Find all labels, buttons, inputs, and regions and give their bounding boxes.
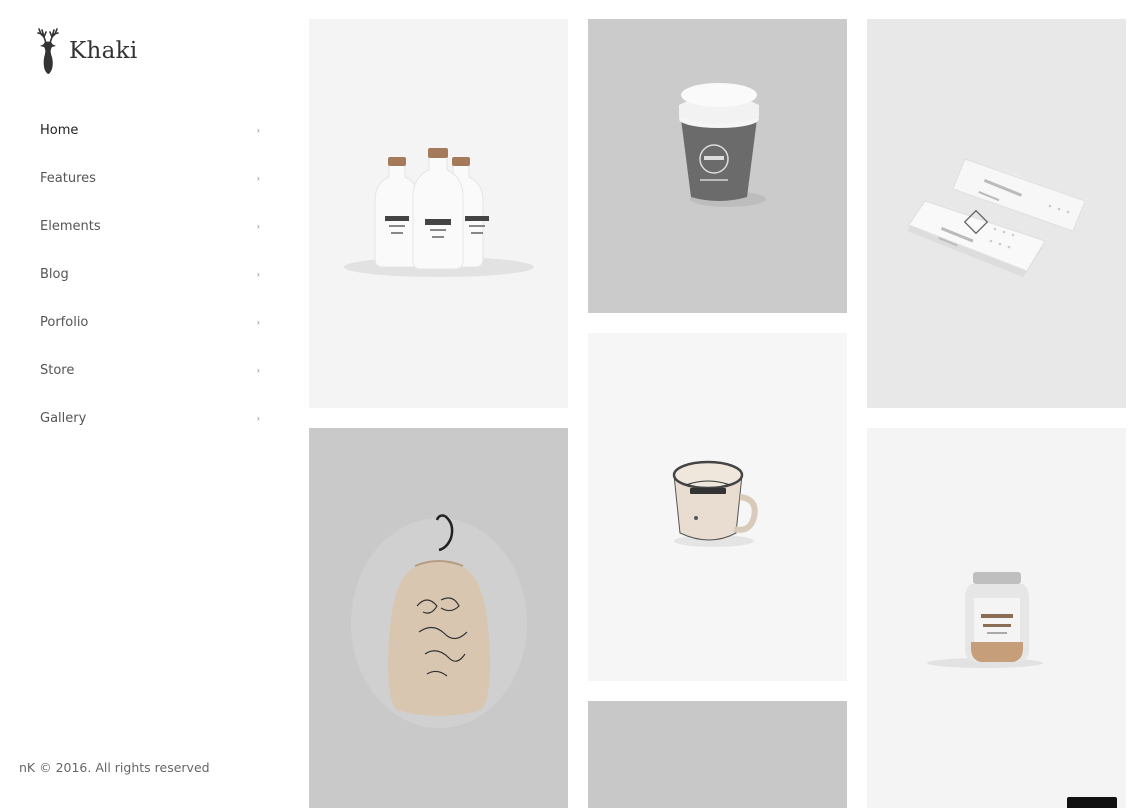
- coffee-cup-image: [679, 83, 766, 207]
- nav-item-label: Gallery: [40, 410, 87, 426]
- enamel-mug-image: [672, 460, 758, 547]
- brand-name: Khaki: [69, 38, 138, 64]
- brand-logo[interactable]: Khaki: [33, 27, 138, 75]
- gallery-item-fabric-bag[interactable]: [309, 428, 568, 808]
- chevron-right-icon: ›: [256, 365, 260, 375]
- nav-item-store[interactable]: Store ›: [40, 346, 260, 394]
- nav-item-gallery[interactable]: Gallery ›: [40, 394, 260, 442]
- fabric-bag-image: [351, 514, 527, 728]
- sidebar: Khaki Home › Features › Elements › Blog …: [0, 0, 290, 808]
- chevron-right-icon: ›: [256, 173, 260, 183]
- nav-item-label: Store: [40, 362, 75, 378]
- gallery-item-milk-bottles[interactable]: [309, 19, 568, 408]
- chevron-right-icon: ›: [256, 125, 260, 135]
- gallery-item-enamel-mug[interactable]: [588, 333, 847, 681]
- nav-item-label: Elements: [40, 218, 101, 234]
- chevron-right-icon: ›: [256, 269, 260, 279]
- nav-item-home[interactable]: Home ›: [40, 106, 260, 154]
- chevron-right-icon: ›: [256, 317, 260, 327]
- nav-item-label: Blog: [40, 266, 69, 282]
- gallery-item-coffee-cup[interactable]: [588, 19, 847, 313]
- nav-item-elements[interactable]: Elements ›: [40, 202, 260, 250]
- deer-icon: [33, 27, 63, 75]
- copyright-text: nK © 2016. All rights reserved: [19, 760, 210, 775]
- chevron-right-icon: ›: [256, 221, 260, 231]
- nav-item-label: Home: [40, 122, 79, 138]
- back-to-top-button[interactable]: [1067, 797, 1117, 808]
- nav-item-blog[interactable]: Blog ›: [40, 250, 260, 298]
- mason-jar-image: [927, 572, 1043, 668]
- milk-bottles-image: [344, 148, 534, 277]
- gallery-item-business-cards[interactable]: [867, 19, 1126, 408]
- chevron-right-icon: ›: [256, 413, 260, 423]
- business-cards-image: [907, 158, 1086, 277]
- main-nav: Home › Features › Elements › Blog › Porf…: [40, 106, 260, 442]
- nav-item-features[interactable]: Features ›: [40, 154, 260, 202]
- gallery-item-mason-jar[interactable]: [867, 428, 1126, 808]
- nav-item-portfolio[interactable]: Porfolio ›: [40, 298, 260, 346]
- nav-item-label: Features: [40, 170, 96, 186]
- gallery-item-grey[interactable]: [588, 701, 847, 808]
- nav-item-label: Porfolio: [40, 314, 89, 330]
